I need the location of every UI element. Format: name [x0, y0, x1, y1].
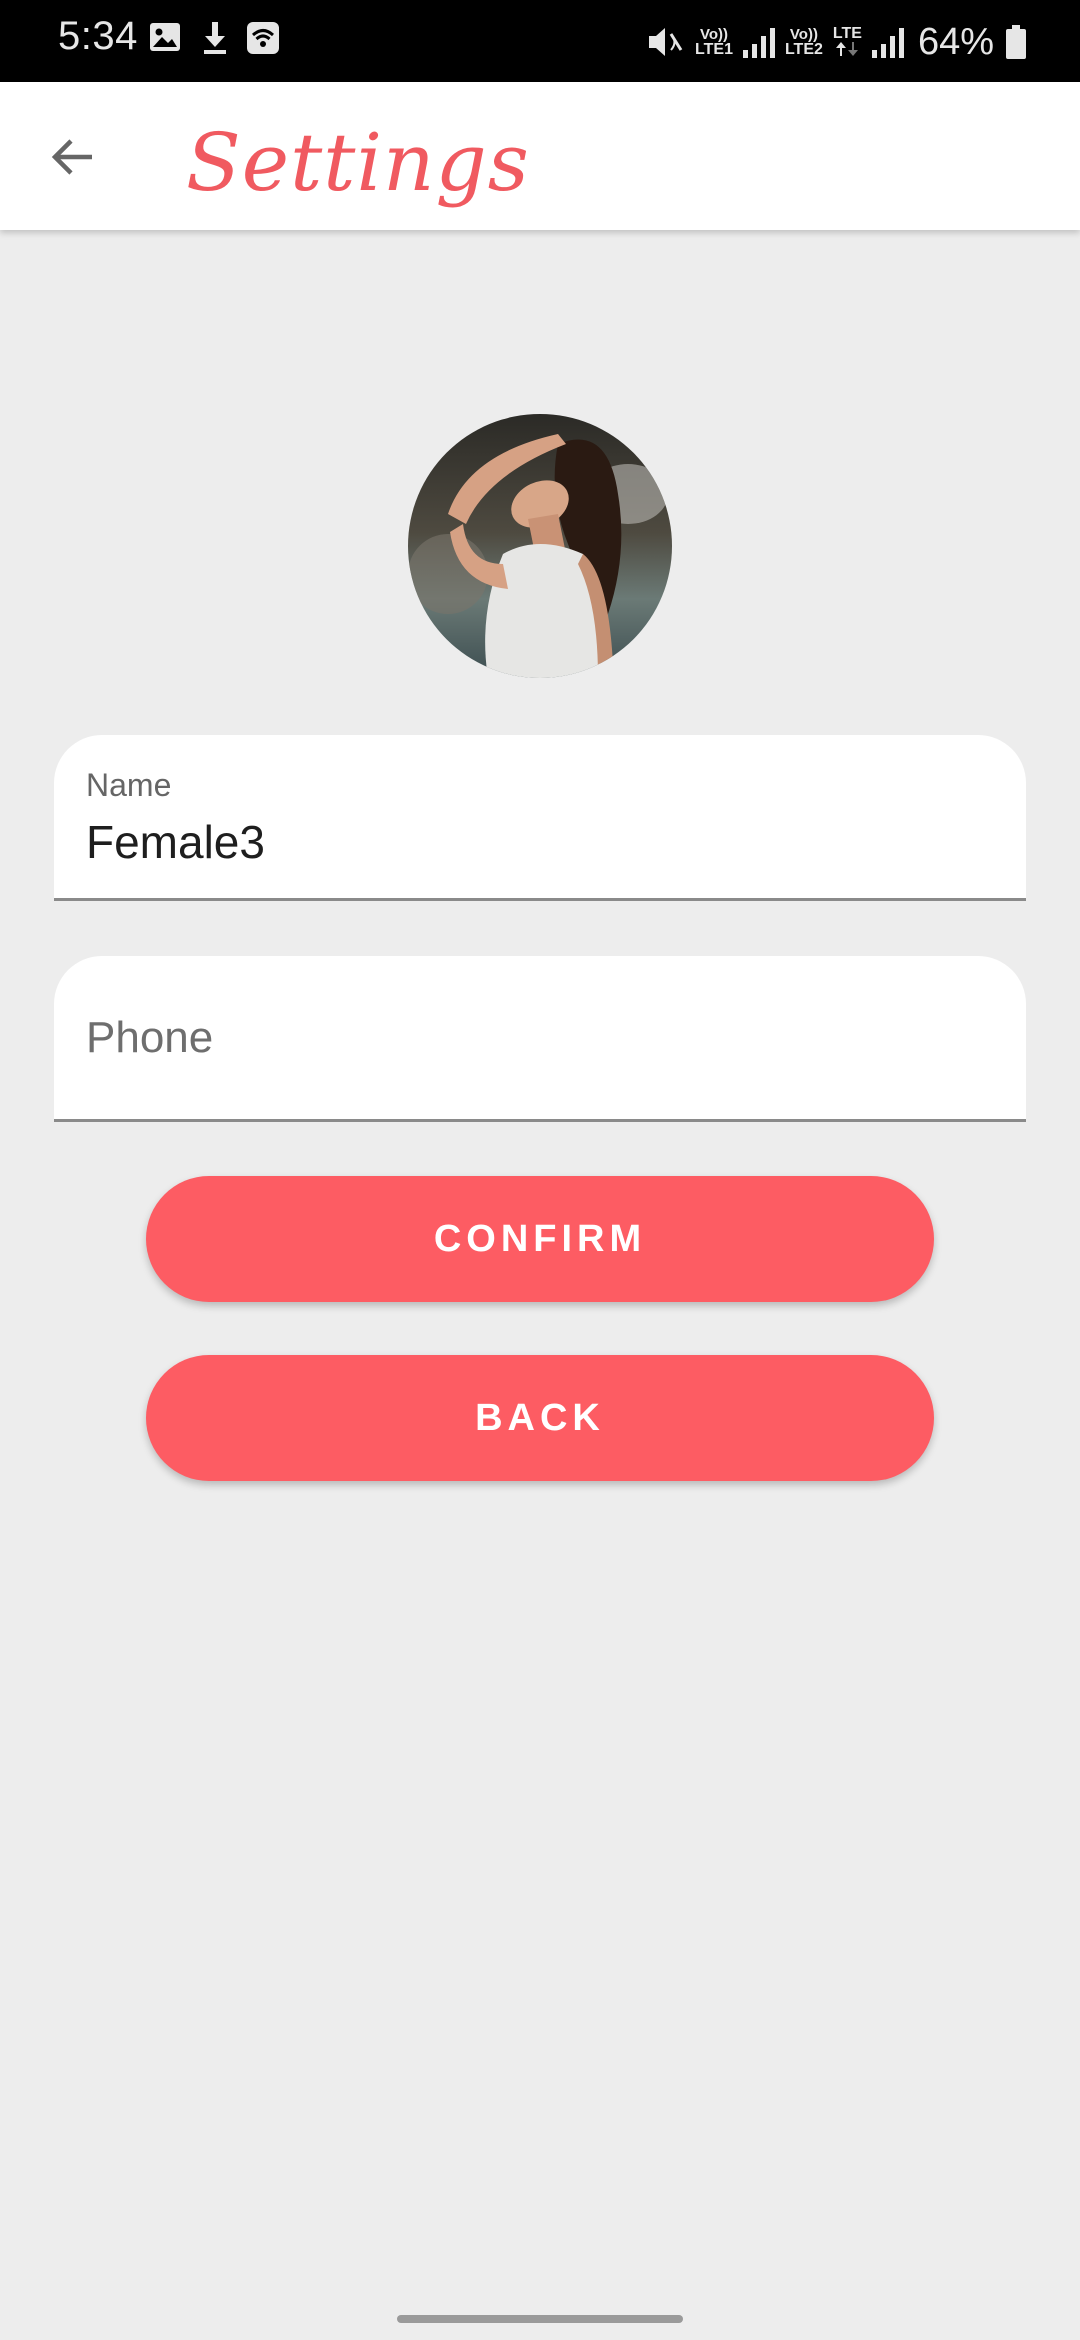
navigation-bar [0, 2300, 1080, 2340]
app-bar: Settings [0, 82, 1080, 230]
volte2-bottom: LTE2 [784, 40, 823, 58]
signal-icon-2 [871, 26, 904, 58]
gallery-icon [148, 20, 182, 59]
phone-field[interactable] [54, 956, 1026, 1122]
status-right-group: Vo)) LTE1 Vo)) LTE2 LTE 64% [645, 12, 1026, 72]
status-bar: 5:34 Vo)) LTE1 Vo)) LTE2 LTE 64% [0, 0, 1080, 82]
profile-photo [408, 414, 672, 678]
battery-icon [1006, 25, 1026, 59]
wifi-calling-icon [245, 20, 281, 61]
page-title: Settings [186, 116, 530, 209]
data-arrows-icon [836, 41, 859, 59]
name-field[interactable]: Name Female3 [54, 735, 1026, 901]
phone-input[interactable] [54, 956, 1026, 1119]
volte1-indicator: Vo)) LTE1 [695, 27, 733, 58]
volte1-top: Vo)) [699, 25, 729, 43]
volte2-top: Vo)) [789, 25, 818, 43]
avatar[interactable] [408, 414, 672, 678]
arrow-left-icon[interactable] [44, 128, 102, 186]
battery-percent: 64% [917, 20, 994, 63]
home-gesture-handle[interactable] [397, 2315, 683, 2323]
volte1-bottom: LTE1 [695, 40, 733, 58]
lte-label: LTE [832, 24, 862, 42]
name-label: Name [86, 767, 172, 803]
confirm-button[interactable]: CONFIRM [146, 1176, 934, 1302]
signal-icon [742, 26, 775, 58]
lte-indicator: LTE [832, 24, 862, 59]
download-icon [198, 20, 232, 61]
status-time: 5:34 [58, 14, 138, 58]
name-value[interactable]: Female3 [86, 815, 265, 869]
volte2-indicator: Vo)) LTE2 [785, 27, 823, 58]
back-button[interactable]: BACK [146, 1355, 934, 1481]
mute-icon [645, 22, 685, 62]
